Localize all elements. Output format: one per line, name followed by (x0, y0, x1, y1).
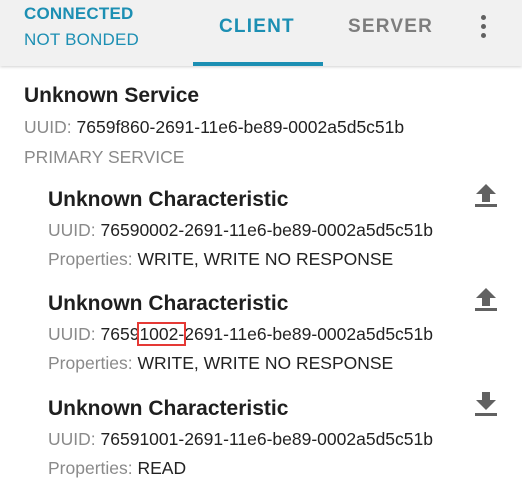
status-bond: NOT BONDED (24, 30, 140, 49)
characteristic-item[interactable]: Unknown Characteristic UUID: 76590002-26… (48, 188, 518, 270)
characteristic-uuid-row: UUID: 76591001-2691-11e6-be89-0002a5d5c5… (48, 429, 518, 450)
characteristic-uuid-row: UUID: 76590002-2691-11e6-be89-0002a5d5c5… (48, 220, 518, 241)
service-item[interactable]: Unknown Service UUID: 7659f860-2691-11e6… (24, 84, 404, 168)
characteristic-item[interactable]: Unknown Characteristic UUID: 76591001-26… (48, 397, 518, 479)
tab-indicator (193, 62, 323, 66)
overflow-dot (481, 33, 486, 38)
service-uuid: 7659f860-2691-11e6-be89-0002a5d5c51b (76, 117, 405, 137)
uuid-label: UUID: (24, 117, 72, 137)
characteristic-name: Unknown Characteristic (48, 188, 289, 211)
uuid-label: UUID: (48, 324, 96, 344)
characteristic-uuid: 76590002-2691-11e6-be89-0002a5d5c51b (100, 220, 433, 240)
characteristic-uuid-suffix: 2691-11e6-be89-0002a5d5c51b (184, 324, 434, 344)
uuid-label: UUID: (48, 220, 96, 240)
upload-icon-graphic (475, 288, 497, 311)
properties-label: Properties: (48, 353, 133, 373)
characteristic-name: Unknown Characteristic (48, 292, 289, 315)
characteristic-properties: READ (137, 458, 187, 478)
characteristic-properties: WRITE, WRITE NO RESPONSE (137, 249, 394, 269)
characteristic-properties-row: Properties: READ (48, 458, 518, 479)
service-type: PRIMARY SERVICE (24, 147, 185, 167)
characteristic-properties: WRITE, WRITE NO RESPONSE (137, 353, 394, 373)
tab-server[interactable]: SERVER (348, 16, 433, 38)
tab-client[interactable]: CLIENT (219, 16, 295, 38)
service-name: Unknown Service (24, 84, 200, 107)
status-connected: CONNECTED (24, 4, 134, 23)
download-icon[interactable] (471, 390, 501, 418)
connection-status: CONNECTED NOT BONDED (24, 4, 139, 50)
properties-label: Properties: (48, 458, 133, 478)
upload-icon[interactable] (471, 285, 501, 313)
overflow-dot (481, 24, 486, 29)
service-uuid-row: UUID: 7659f860-2691-11e6-be89-0002a5d5c5… (24, 117, 404, 138)
uuid-label: UUID: (48, 429, 96, 449)
upload-icon-graphic (475, 184, 497, 207)
download-icon-graphic (475, 392, 497, 416)
more-vert-icon[interactable] (472, 12, 496, 42)
overflow-dot (481, 15, 486, 20)
characteristic-uuid: 76591001-2691-11e6-be89-0002a5d5c51b (100, 429, 433, 449)
upload-icon[interactable] (471, 181, 501, 209)
properties-label: Properties: (48, 249, 133, 269)
characteristic-item[interactable]: Unknown Characteristic UUID: 76591002-26… (48, 292, 518, 374)
characteristic-name: Unknown Characteristic (48, 397, 289, 420)
app-bar: CONNECTED NOT BONDED CLIENT SERVER (0, 0, 522, 66)
characteristic-uuid-prefix: 7659 (100, 324, 140, 344)
characteristic-properties-row: Properties: WRITE, WRITE NO RESPONSE (48, 249, 518, 270)
characteristic-properties-row: Properties: WRITE, WRITE NO RESPONSE (48, 353, 518, 374)
characteristic-uuid-row: UUID: 76591002-2691-11e6-be89-0002a5d5c5… (48, 322, 518, 346)
uuid-highlight-box: 1002- (137, 322, 187, 346)
